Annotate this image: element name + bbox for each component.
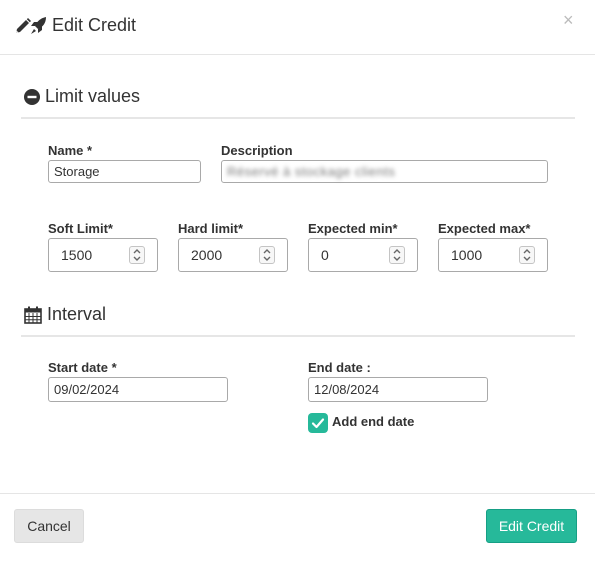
hard-limit-value: 2000 (191, 247, 223, 263)
end-date-label: End date : (308, 360, 371, 375)
close-icon[interactable]: × (563, 10, 574, 31)
calendar-icon (24, 306, 42, 324)
description-input[interactable]: Réservé à stockage clients (221, 160, 548, 183)
section-title-text: Limit values (45, 86, 141, 106)
start-date-label: Start date * (48, 360, 117, 375)
modal-title: Edit Credit (52, 15, 137, 35)
section-title-limit-values: Limit values (24, 86, 140, 107)
hard-limit-input[interactable]: 2000 (178, 238, 288, 272)
end-date-value: 12/08/2024 (314, 382, 380, 397)
spinner-icon[interactable] (259, 246, 275, 264)
header-icons (14, 16, 48, 36)
section-title-text: Interval (47, 304, 107, 324)
expected-max-value: 1000 (451, 247, 483, 263)
soft-limit-value: 1500 (61, 247, 93, 263)
description-input-value: Réservé à stockage clients (227, 164, 396, 179)
expected-min-input[interactable]: 0 (308, 238, 418, 272)
section-divider (21, 117, 575, 119)
checkmark-icon (311, 418, 325, 429)
start-date-input[interactable]: 09/02/2024 (48, 377, 228, 402)
name-label: Name * (48, 143, 93, 158)
pencil-icon (16, 18, 31, 33)
spinner-icon[interactable] (389, 246, 405, 264)
edit-credit-button[interactable]: Edit Credit (486, 509, 577, 543)
minus-circle-icon (24, 88, 40, 105)
spinner-icon[interactable] (519, 246, 535, 264)
start-date-value: 09/02/2024 (54, 382, 120, 397)
name-input-value: Storage (54, 164, 100, 179)
hard-limit-label: Hard limit* (178, 221, 244, 236)
rocket-icon (31, 17, 46, 34)
add-end-date-label[interactable]: Add end date (332, 414, 414, 429)
soft-limit-label: Soft Limit* (48, 221, 113, 236)
expected-max-input[interactable]: 1000 (438, 238, 548, 272)
spinner-icon[interactable] (129, 246, 145, 264)
description-label: Description (221, 143, 293, 158)
expected-min-label: Expected min* (308, 221, 398, 236)
end-date-input[interactable]: 12/08/2024 (308, 377, 488, 402)
section-title-interval: Interval (24, 304, 106, 325)
name-input[interactable]: Storage (48, 160, 201, 183)
section-divider (21, 335, 575, 337)
modal-header: Edit Credit × (0, 0, 595, 55)
cancel-button[interactable]: Cancel (14, 509, 84, 543)
soft-limit-input[interactable]: 1500 (48, 238, 158, 272)
expected-min-value: 0 (321, 247, 329, 263)
expected-max-label: Expected max* (438, 221, 531, 236)
add-end-date-checkbox[interactable] (308, 413, 328, 433)
